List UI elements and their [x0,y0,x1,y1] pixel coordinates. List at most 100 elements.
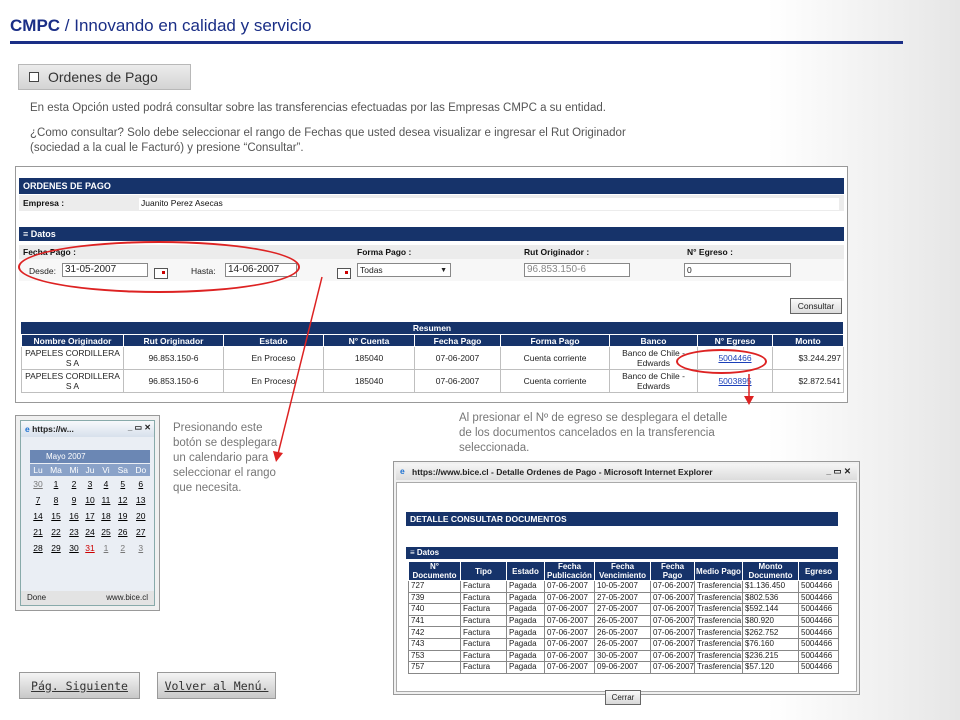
calendar-note-line: seleccionar el rango [173,467,276,479]
calendar-note-line: que necesita. [173,482,242,494]
calendar-day[interactable]: 3 [82,476,98,492]
calendar-day[interactable]: 28 [30,540,46,556]
cell: 07-06-2007 [650,591,695,605]
calendar-day[interactable]: 5 [114,476,132,492]
calendar-day[interactable]: 10 [82,492,98,508]
egreso-note-line: de los documentos cancelados en la trans… [459,427,715,439]
weekday-label: Lu [30,464,46,476]
cell: Factura [460,661,507,674]
table-row: 739 Factura Pagada 07-06-2007 27-05-2007 07-0… [408,591,839,605]
cell: 07-06-2007 [544,661,595,674]
col-tipo: Tipo [460,561,507,581]
window-controls-icon[interactable]: _ ▭ ✕ [128,423,151,432]
cell: Factura [460,649,507,663]
cell: 07-06-2007 [544,637,595,651]
cell: 27-05-2007 [594,591,651,605]
calendar-day[interactable]: 19 [114,508,132,524]
calendar-day[interactable]: 20 [132,508,150,524]
calendar-window-title: https://w... [32,424,74,434]
calendar-day[interactable]: 23 [66,524,82,540]
cerrar-button[interactable]: Cerrar [605,690,641,705]
cell: 07-06-2007 [650,603,695,616]
window-controls-icon[interactable]: _ ▭ ✕ [826,466,851,477]
cell: Pagada [506,637,545,651]
cell: Trasferencia [694,591,743,605]
calendar-day[interactable]: 7 [30,492,46,508]
calendar-arrow [277,276,323,455]
col-estado: Estado [506,561,545,581]
calendar-day[interactable]: 21 [30,524,46,540]
cell: 5004466 [798,649,839,663]
calendar-day[interactable]: 12 [114,492,132,508]
calendar-day[interactable]: 3 [132,540,150,556]
calendar-day[interactable]: 24 [82,524,98,540]
calendar-day[interactable]: 11 [98,492,114,508]
calendar-day[interactable]: 14 [30,508,46,524]
cell: 727 [408,580,461,593]
detalle-titlebar: e https://www.bice.cl - Detalle Ordenes … [396,464,857,480]
calendar-day[interactable]: 30 [66,540,82,556]
weekday-label: Ma [46,464,66,476]
cell: 757 [408,661,461,674]
calendar-day-selected[interactable]: 31 [82,540,98,556]
back-to-menu-button[interactable]: Volver al Menú. [157,672,276,699]
calendar-day[interactable]: 6 [132,476,150,492]
cell: Pagada [506,626,545,639]
cell: 07-06-2007 [650,614,695,628]
table-row: 743 Factura Pagada 07-06-2007 26-05-2007 07-0… [408,637,839,651]
cell: Pagada [506,614,545,628]
cell: 5004466 [798,614,839,628]
calendar-day[interactable]: 2 [66,476,82,492]
col-fecha-pago: Fecha Pago [650,561,695,581]
cell: 07-06-2007 [650,661,695,674]
cell: 07-06-2007 [544,591,595,605]
calendar-window-screenshot: e https://w... _ ▭ ✕ Mayo 2007 Lu Ma Mi … [15,415,160,611]
cell: 07-06-2007 [544,626,595,639]
calendar-day[interactable]: 4 [98,476,114,492]
cell: 07-06-2007 [650,580,695,593]
calendar-note-line: botón se desplegara [173,437,278,449]
calendar-day[interactable]: 27 [132,524,150,540]
table-row: 757 Factura Pagada 07-06-2007 09-06-2007 07-0… [408,661,839,674]
list-icon: ≡ [410,548,417,557]
calendar-day[interactable]: 1 [46,476,66,492]
calendar-day[interactable]: 25 [98,524,114,540]
cell: 5004466 [798,626,839,639]
calendar-week-row: 7 8 9 10 11 12 13 [30,492,150,508]
calendar-day[interactable]: 13 [132,492,150,508]
cell: 753 [408,649,461,663]
calendar-day[interactable]: 30 [30,476,46,492]
calendar-month-label: Mayo 2007 [46,452,86,461]
calendar-month-header: Mayo 2007 [30,450,150,463]
calendar-day[interactable]: 22 [46,524,66,540]
cell: Factura [460,603,507,616]
cell: $57.120 [742,661,799,674]
calendar-day[interactable]: 8 [46,492,66,508]
next-page-button[interactable]: Pág. Siguiente [19,672,140,699]
cell: Factura [460,637,507,651]
cell: 5004466 [798,580,839,593]
calendar-day[interactable]: 15 [46,508,66,524]
cell: $80.920 [742,614,799,628]
cell: 07-06-2007 [544,603,595,616]
calendar-day[interactable]: 18 [98,508,114,524]
calendar-day[interactable]: 9 [66,492,82,508]
calendar-week-row: 28 29 30 31 1 2 3 [30,540,150,556]
weekday-label: Do [131,464,150,476]
calendar-titlebar: e https://w... _ ▭ ✕ [21,421,154,437]
egreso-note: Al presionar el Nº de egreso se desplega… [459,411,727,456]
egreso-note-line: Al presionar el Nº de egreso se desplega… [459,412,728,424]
calendar-day[interactable]: 16 [66,508,82,524]
weekday-label: Sa [113,464,132,476]
calendar-day[interactable]: 2 [114,540,132,556]
cell: Factura [460,626,507,639]
calendar-day[interactable]: 17 [82,508,98,524]
cell: $236.215 [742,649,799,663]
table-row: 727 Factura Pagada 07-06-2007 10-05-2007 07-0… [408,580,839,593]
cell: 740 [408,603,461,616]
cell: 26-05-2007 [594,614,651,628]
cell: Trasferencia [694,626,743,639]
calendar-day[interactable]: 1 [98,540,114,556]
calendar-day[interactable]: 29 [46,540,66,556]
calendar-day[interactable]: 26 [114,524,132,540]
